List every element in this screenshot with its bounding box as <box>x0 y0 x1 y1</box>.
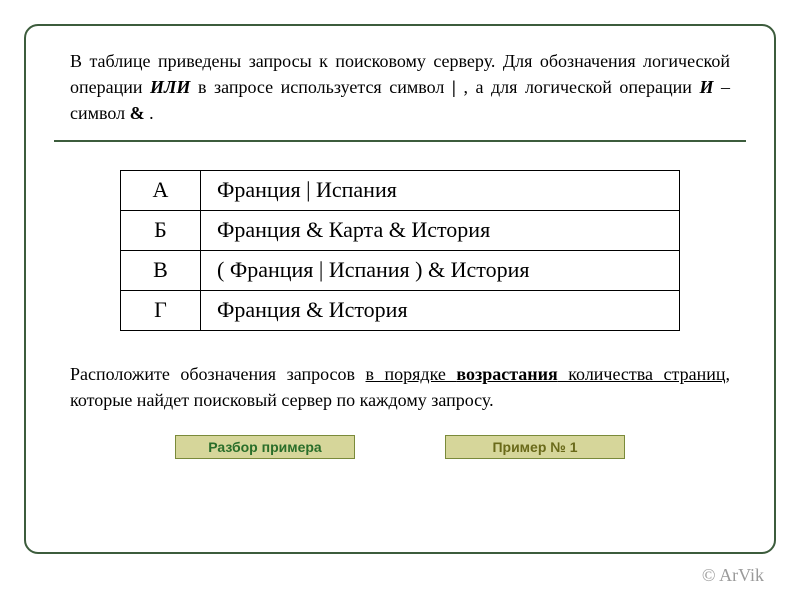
intro-text: в запросе используется символ <box>198 77 452 97</box>
copyright: © ArVik <box>702 565 764 586</box>
task-paragraph: Расположите обозначения запросов в поряд… <box>64 361 736 413</box>
row-key: Г <box>121 291 201 331</box>
divider <box>54 140 746 142</box>
row-query: ( Франция | Испания ) & История <box>201 251 680 291</box>
intro-text: . <box>149 103 154 123</box>
or-keyword: ИЛИ <box>150 77 190 97</box>
slide-card: В таблице приведены запросы к поисковому… <box>24 24 776 554</box>
row-query: Франция & История <box>201 291 680 331</box>
amp-symbol: & <box>130 103 145 123</box>
query-table: А Франция | Испания Б Франция & Карта & … <box>120 170 680 331</box>
analysis-button[interactable]: Разбор примера <box>175 435 355 459</box>
table-row: Г Франция & История <box>121 291 680 331</box>
task-underline: количества страниц <box>558 364 726 384</box>
table-row: А Франция | Испания <box>121 171 680 211</box>
task-underline-bold: возрастания <box>456 364 557 384</box>
table-row: Б Франция & Карта & История <box>121 211 680 251</box>
row-query: Франция & Карта & История <box>201 211 680 251</box>
table-row: В ( Франция | Испания ) & История <box>121 251 680 291</box>
button-row: Разбор примера Пример № 1 <box>64 435 736 459</box>
row-key: А <box>121 171 201 211</box>
intro-text: , а для логической операции <box>463 77 699 97</box>
intro-paragraph: В таблице приведены запросы к поисковому… <box>64 44 736 126</box>
and-keyword: И <box>699 77 713 97</box>
task-underline: в порядке <box>366 364 457 384</box>
row-key: Б <box>121 211 201 251</box>
task-text: Расположите обозначения запросов <box>70 364 366 384</box>
row-query: Франция | Испания <box>201 171 680 211</box>
row-key: В <box>121 251 201 291</box>
pipe-symbol: | <box>452 77 456 97</box>
example-button[interactable]: Пример № 1 <box>445 435 625 459</box>
